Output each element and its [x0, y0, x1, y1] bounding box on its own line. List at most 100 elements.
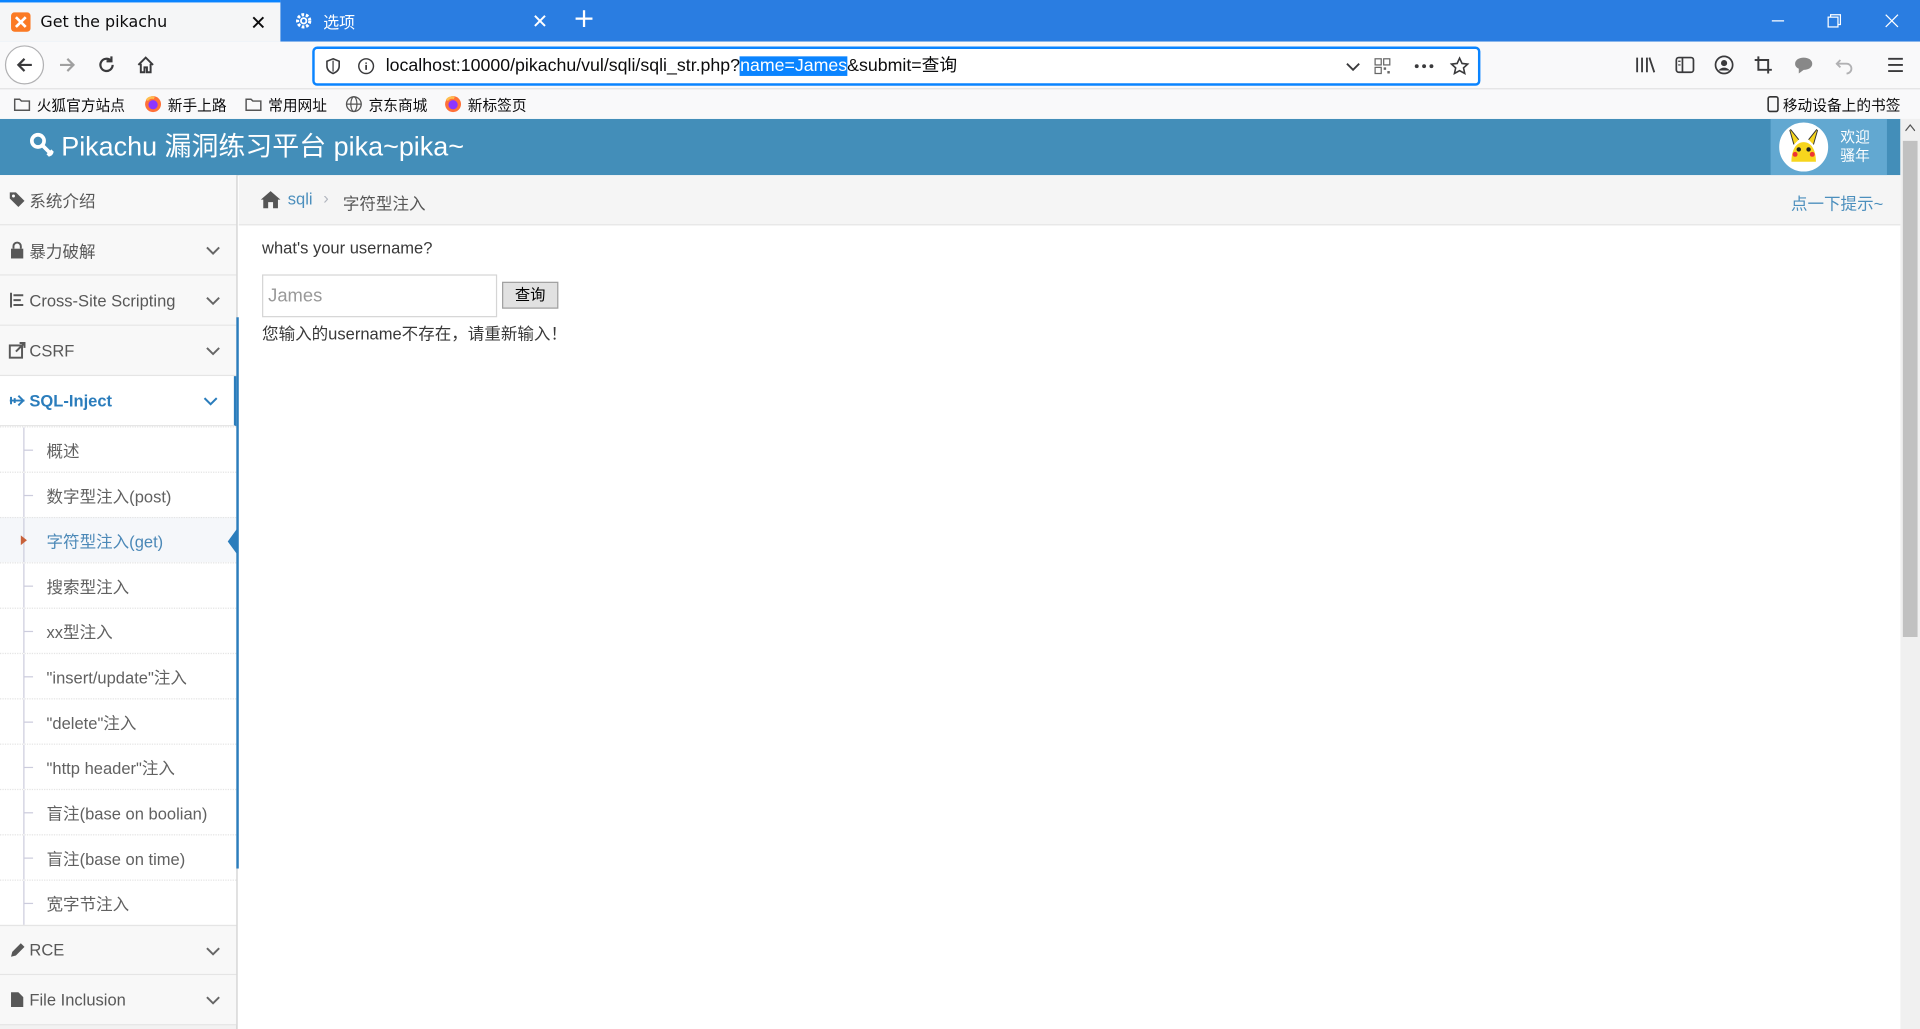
menu-icon[interactable]: [1881, 49, 1910, 81]
forward-button[interactable]: [49, 47, 86, 84]
wrench-icon: [30, 132, 54, 157]
submenu-item-label: 宽字节注入: [46, 895, 130, 914]
submenu-item-label: "http header"注入: [46, 759, 175, 778]
home-button[interactable]: [127, 47, 164, 84]
sidebar-item-label: RCE: [29, 940, 65, 960]
sidebar-item-csrf[interactable]: CSRF: [0, 325, 237, 377]
sidebar-toggle-icon[interactable]: [1670, 49, 1699, 81]
close-window-button[interactable]: [1864, 0, 1920, 42]
submenu-item-numeric-post[interactable]: 数字型注入(post): [0, 471, 237, 519]
info-icon[interactable]: [354, 54, 378, 79]
more-actions-icon[interactable]: [1412, 54, 1436, 79]
sidebar-item-intro[interactable]: 系统介绍: [0, 175, 237, 226]
bookmark-getting-started[interactable]: 新手上路: [144, 93, 227, 115]
bookmark-common-sites[interactable]: 常用网址: [245, 93, 327, 115]
submenu-item-label: 数字型注入(post): [46, 487, 172, 506]
submenu-item-delete[interactable]: "delete"注入: [0, 698, 237, 745]
gear-icon: [294, 11, 314, 31]
bookmark-new-tab[interactable]: 新标签页: [444, 93, 527, 115]
globe-icon: [345, 96, 362, 113]
submenu-item-wide-byte[interactable]: 宽字节注入: [0, 879, 237, 927]
sidebar-item-xss[interactable]: Cross-Site Scripting: [0, 275, 237, 326]
folder-icon: [245, 98, 262, 111]
site-header: Pikachu 漏洞练习平台 pika~pika~ 欢迎 骚年: [0, 118, 1901, 176]
hint-link[interactable]: 点一下提示~: [1791, 190, 1883, 215]
reload-button[interactable]: [88, 47, 125, 84]
scrollbar[interactable]: [1900, 118, 1920, 1029]
query-button[interactable]: 查询: [502, 281, 559, 309]
submenu-item-insert-update[interactable]: "insert/update"注入: [0, 652, 237, 700]
bookmark-label: 常用网址: [268, 96, 327, 114]
avatar: [1779, 122, 1829, 172]
url-path: localhost:10000/pikachu/vul/sqli/sqli_st…: [385, 56, 741, 76]
tags-icon: [9, 191, 26, 208]
username-prompt: what's your username?: [262, 238, 433, 258]
back-button[interactable]: [4, 45, 45, 85]
qr-code-icon[interactable]: [1370, 54, 1394, 79]
library-icon[interactable]: [1631, 49, 1660, 81]
tab-title: Get the pikachu: [40, 12, 168, 32]
new-tab-button[interactable]: +: [571, 6, 598, 34]
url-text[interactable]: localhost:10000/pikachu/vul/sqli/sqli_st…: [386, 49, 957, 83]
scroll-up-icon[interactable]: [1905, 123, 1916, 132]
sidebar-item-brute-force[interactable]: 暴力破解: [0, 225, 237, 276]
chevron-down-icon: [206, 246, 220, 255]
chevron-down-icon[interactable]: [1341, 54, 1365, 79]
account-icon[interactable]: [1709, 49, 1738, 81]
bookmark-label: 京东商城: [368, 96, 428, 114]
submenu-item-http-header[interactable]: "http header"注入: [0, 743, 237, 791]
brand[interactable]: Pikachu 漏洞练习平台 pika~pika~: [29, 119, 464, 175]
chevron-down-icon: [206, 347, 220, 356]
screenshot-crop-icon[interactable]: [1749, 49, 1778, 81]
brand-title: Pikachu 漏洞练习平台 pika~pika~: [61, 131, 464, 162]
chevron-down-icon: [206, 996, 220, 1005]
home-icon[interactable]: [260, 190, 282, 213]
breadcrumb-separator-icon: ›: [323, 188, 329, 208]
submenu-item-search[interactable]: 搜索型注入: [0, 562, 237, 609]
lock-icon: [9, 241, 26, 259]
minimize-button[interactable]: [1750, 0, 1806, 42]
mobile-phone-icon: [1767, 95, 1779, 113]
plane-icon: [9, 392, 26, 409]
web-page: Pikachu 漏洞练习平台 pika~pika~ 欢迎 骚年 系统介绍 暴力破…: [0, 118, 1901, 1029]
tab-options[interactable]: 选项 ✕: [280, 0, 562, 42]
address-bar[interactable]: localhost:10000/pikachu/vul/sqli/sqli_st…: [313, 47, 1480, 85]
submenu-item-blind-time[interactable]: 盲注(base on time): [0, 834, 237, 881]
breadcrumb-link-sqli[interactable]: sqli: [288, 190, 313, 208]
xampp-icon: [11, 12, 31, 32]
url-selected-text: name=James: [740, 56, 848, 76]
undo-icon[interactable]: [1829, 49, 1858, 81]
chevron-down-icon: [203, 397, 218, 406]
sidebar-item-rce[interactable]: RCE: [0, 924, 237, 976]
submenu-item-overview[interactable]: 概述: [0, 426, 237, 473]
pencil-icon: [9, 941, 26, 958]
sidebar-item-label: 系统介绍: [29, 192, 96, 211]
chevron-down-icon: [206, 296, 220, 306]
sidebar-item-file-inclusion[interactable]: File Inclusion: [0, 975, 237, 1026]
submenu-item-label: 盲注(base on time): [46, 850, 186, 869]
chevron-down-icon: [206, 947, 220, 956]
tab-get-the-pikachu[interactable]: Get the pikachu ✕: [0, 0, 281, 42]
nav-toolbar: localhost:10000/pikachu/vul/sqli/sqli_st…: [0, 41, 1920, 90]
bookmarks-toolbar: 火狐官方站点 新手上路 常用网址 京东商城 新标签页 移动设备上的书签: [0, 89, 1920, 119]
submenu-item-string-get[interactable]: 字符型注入(get): [0, 516, 238, 564]
shield-icon[interactable]: [321, 54, 345, 79]
scrollbar-thumb[interactable]: [1902, 140, 1918, 637]
chat-bubble-icon[interactable]: [1789, 49, 1818, 81]
sidebar-item-label: Cross-Site Scripting: [29, 290, 176, 310]
user-menu[interactable]: 欢迎 骚年: [1770, 118, 1887, 176]
bookmark-star-icon[interactable]: [1447, 54, 1471, 79]
browser-window: Get the pikachu ✕ 选项 ✕ + localhost:10000…: [0, 0, 1920, 1029]
close-tab-icon[interactable]: ✕: [246, 10, 270, 35]
submenu-item-xx[interactable]: xx型注入: [0, 607, 237, 655]
bookmark-label: 新标签页: [467, 96, 527, 114]
restore-button[interactable]: [1806, 0, 1862, 42]
bookmark-firefox-official[interactable]: 火狐官方站点: [13, 93, 125, 115]
submenu-item-blind-boolean[interactable]: 盲注(base on boolian): [0, 788, 237, 836]
mobile-bookmarks[interactable]: 移动设备上的书签: [1767, 93, 1900, 115]
sidebar-item-sql-inject[interactable]: SQL-Inject: [0, 376, 237, 427]
username-input[interactable]: James: [262, 274, 498, 318]
bookmark-jd[interactable]: 京东商城: [345, 93, 427, 115]
close-tab-icon[interactable]: ✕: [528, 9, 552, 34]
folder-icon: [13, 98, 31, 111]
